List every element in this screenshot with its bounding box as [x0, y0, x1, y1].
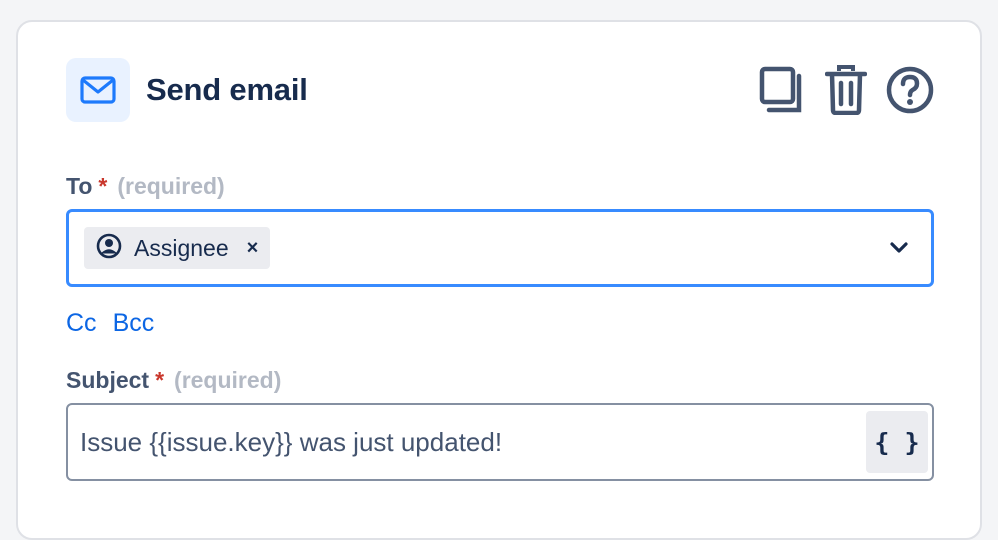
trash-icon[interactable]	[822, 64, 870, 116]
card-title: Send email	[146, 72, 308, 107]
to-recipients-select[interactable]: Assignee ×	[66, 209, 934, 287]
card-header: Send email	[66, 58, 934, 122]
chip-remove-icon[interactable]: ×	[247, 237, 259, 260]
required-star: *	[155, 367, 165, 393]
subject-label-text: Subject	[66, 367, 150, 393]
required-hint: (required)	[117, 173, 225, 199]
recipient-chip-assignee: Assignee ×	[84, 227, 271, 269]
send-email-action-card: Send email To * (required) Assignee × Cc…	[16, 20, 982, 540]
mail-icon	[66, 58, 130, 122]
chip-label: Assignee	[134, 234, 229, 261]
subject-field[interactable]: Issue {{issue.key}} was just updated! { …	[66, 403, 934, 481]
cc-link[interactable]: Cc	[66, 309, 97, 338]
cc-bcc-links: Cc Bcc	[66, 309, 154, 338]
bcc-link[interactable]: Bcc	[113, 309, 155, 338]
duplicate-icon[interactable]	[758, 64, 806, 116]
required-star: *	[98, 173, 108, 199]
required-hint: (required)	[174, 367, 282, 393]
help-icon[interactable]	[886, 64, 934, 116]
subject-field-label: Subject * (required)	[66, 367, 281, 394]
to-label-text: To	[66, 173, 93, 199]
header-actions	[758, 64, 934, 116]
subject-input[interactable]: Issue {{issue.key}} was just updated!	[80, 427, 866, 458]
to-field-label: To * (required)	[66, 173, 225, 200]
user-circle-icon	[96, 233, 122, 264]
insert-variable-button[interactable]: { }	[866, 411, 928, 473]
chevron-down-icon[interactable]	[889, 241, 909, 255]
